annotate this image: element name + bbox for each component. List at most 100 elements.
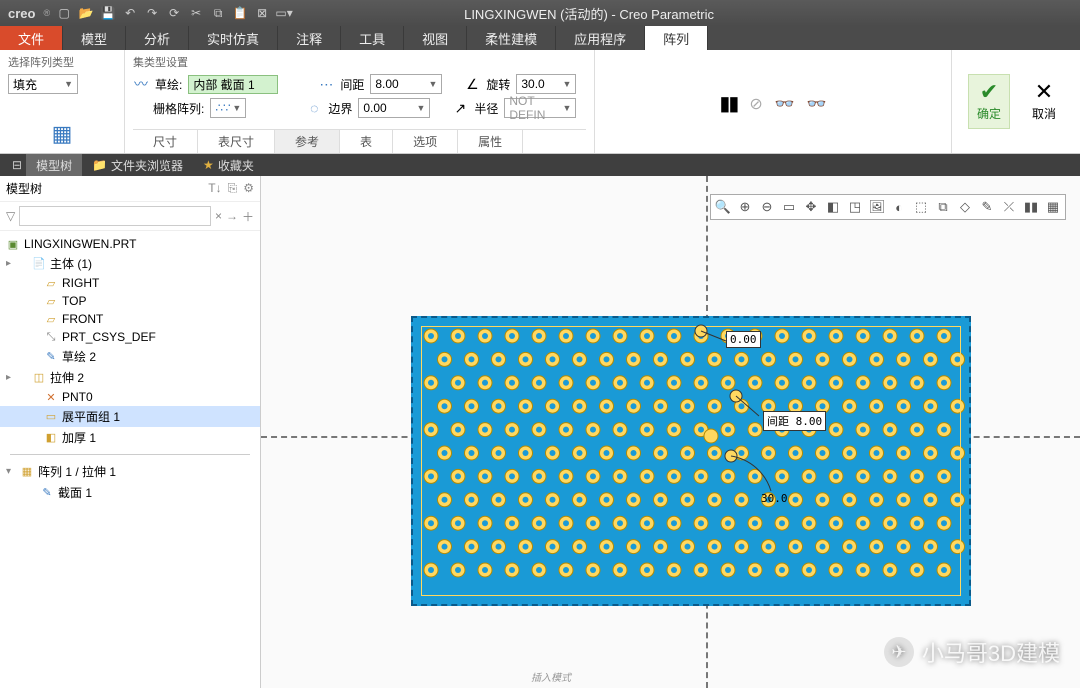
open-file-icon[interactable]: 📂 [78, 5, 94, 21]
tree-tool1-icon[interactable]: T↓ [208, 181, 221, 196]
tree-toggle-icon[interactable]: ⊟ [8, 158, 26, 172]
subtab-ref[interactable]: 参考 [275, 130, 340, 153]
axes-icon[interactable]: ⤫ [999, 197, 1019, 217]
tree-tool3-icon[interactable]: ⚙ [243, 181, 254, 196]
glasses2-icon[interactable]: 👓 [807, 94, 827, 114]
sidebar-tab-browser[interactable]: 📁文件夹浏览器 [82, 154, 193, 176]
tree-pattern[interactable]: ▾ ▦ 阵列 1 / 拉伸 1 [0, 461, 260, 482]
graphics-area[interactable]: 0.00 间距 8.00 30.0 🔍 ⊕ ⊖ ▭ ✥ ◧ ◳ 🖼 ◐ ⬚ ⧉ … [261, 176, 1080, 688]
regen-icon[interactable]: ⟳ [166, 5, 182, 21]
sketch-ref[interactable]: 内部 截面 1 [188, 75, 278, 94]
perspective-icon[interactable]: ◇ [955, 197, 975, 217]
pattern-tree-icon: ▦ [20, 465, 34, 479]
tab-annotate[interactable]: 注释 [278, 26, 341, 50]
view-toolbar: 🔍 ⊕ ⊖ ▭ ✥ ◧ ◳ 🖼 ◐ ⬚ ⧉ ◇ ✎ ⤫ ▮▮ ▦ [710, 194, 1066, 220]
subtab-props[interactable]: 属性 [458, 130, 523, 153]
cancel-button[interactable]: ✕ 取消 [1024, 75, 1064, 128]
ok-button[interactable]: ✔ 确定 [968, 74, 1010, 129]
tree-node[interactable]: ▱RIGHT [0, 274, 260, 292]
radius-label: 半径 [474, 100, 498, 117]
edges-icon[interactable]: ⧉ [933, 197, 953, 217]
subtab-table[interactable]: 表 [340, 130, 393, 153]
new-file-icon[interactable]: ▢ [56, 5, 72, 21]
clear-search-icon[interactable]: × [215, 209, 222, 223]
status-mode: 插入模式 [531, 669, 571, 684]
box-icon[interactable]: ▭ [779, 197, 799, 217]
sidebar-tab-fav[interactable]: ★收藏夹 [193, 154, 264, 176]
grid-icon[interactable]: ▦ [1043, 197, 1063, 217]
paste-icon[interactable]: 📋 [232, 5, 248, 21]
tab-analysis[interactable]: 分析 [126, 26, 189, 50]
tree-root[interactable]: ▣ LINGXINGWEN.PRT [0, 235, 260, 253]
sketch-label: 草绘: [155, 76, 182, 93]
tree-node[interactable]: ▱TOP [0, 292, 260, 310]
dim-angle-label[interactable]: 30.0 [758, 491, 791, 506]
no-icon[interactable]: ⊘ [749, 94, 762, 114]
tree-node[interactable]: ✕PNT0 [0, 388, 260, 406]
pan-icon[interactable]: ✥ [801, 197, 821, 217]
pattern-type-select[interactable]: 填充▼ [8, 74, 78, 94]
set-panel-label: 集类型设置 [133, 54, 586, 70]
tab-tools[interactable]: 工具 [341, 26, 404, 50]
tab-apps[interactable]: 应用程序 [556, 26, 645, 50]
tab-flex[interactable]: 柔性建模 [467, 26, 556, 50]
save-img-icon[interactable]: 🖼 [867, 197, 887, 217]
rotate-input[interactable]: 30.0▼ [516, 74, 576, 94]
layers-icon[interactable]: ◧ [823, 197, 843, 217]
tree-search-input[interactable] [19, 206, 211, 226]
radius-input[interactable]: NOT DEFIN▼ [504, 98, 576, 118]
tree-node[interactable]: ▸📄主体 (1) [0, 253, 260, 274]
wechat-icon: ✈ [884, 637, 914, 667]
undo-icon[interactable]: ↶ [122, 5, 138, 21]
tab-file[interactable]: 文件 [0, 26, 63, 50]
tab-view[interactable]: 视图 [404, 26, 467, 50]
tab-sim[interactable]: 实时仿真 [189, 26, 278, 50]
pause-icon[interactable]: ▮▮ [719, 91, 737, 116]
settings-icon[interactable]: ▭▾ [276, 5, 292, 21]
tab-model[interactable]: 模型 [63, 26, 126, 50]
pause2-icon[interactable]: ▮▮ [1021, 197, 1041, 217]
spacing-input[interactable]: 8.00▼ [370, 74, 442, 94]
x-icon: ✕ [1035, 81, 1053, 103]
border-input[interactable]: 0.00▼ [358, 98, 430, 118]
shade-icon[interactable]: ◐ [889, 197, 909, 217]
save-icon[interactable]: 💾 [100, 5, 116, 21]
subtab-tabledim[interactable]: 表尺寸 [198, 130, 275, 153]
filter-icon[interactable]: ▽ [6, 209, 15, 223]
tree-node[interactable]: ✎草绘 2 [0, 346, 260, 367]
add-filter-icon[interactable]: ＋ [242, 208, 254, 225]
tree-pattern-child[interactable]: ✎ 截面 1 [0, 482, 260, 503]
cut-icon[interactable]: ✂ [188, 5, 204, 21]
zoom-out-icon[interactable]: ⊖ [757, 197, 777, 217]
pattern-type-label: 选择阵列类型 [8, 54, 116, 70]
rotate-icon: ∠ [464, 76, 480, 92]
search-go-icon[interactable]: → [226, 209, 238, 223]
tree-item-icon: ✎ [44, 350, 58, 364]
tab-pattern[interactable]: 阵列 [645, 26, 708, 50]
sidebar-tab-tree[interactable]: 模型树 [26, 154, 82, 176]
glasses1-icon[interactable]: 👓 [775, 94, 795, 114]
wireframe-icon[interactable]: ⬚ [911, 197, 931, 217]
app-logo: creo [0, 6, 43, 21]
tree-tool2-icon[interactable]: ⎘ [228, 181, 238, 196]
subtab-options[interactable]: 选项 [393, 130, 458, 153]
redo-icon[interactable]: ↷ [144, 5, 160, 21]
dim-spacing-label[interactable]: 间距 8.00 [763, 411, 826, 431]
border-icon: ◌ [306, 100, 322, 116]
tree-node[interactable]: ⤡PRT_CSYS_DEF [0, 328, 260, 346]
zoom-fit-icon[interactable]: 🔍 [713, 197, 733, 217]
copy-icon[interactable]: ⧉ [210, 5, 226, 21]
annot-icon[interactable]: ✎ [977, 197, 997, 217]
tree-node[interactable]: ▭展平面组 1 [0, 406, 260, 427]
tree-node[interactable]: ◧加厚 1 [0, 427, 260, 448]
close-window-icon[interactable]: ⊠ [254, 5, 270, 21]
tree-item-icon: ▭ [44, 410, 58, 424]
zoom-in-icon[interactable]: ⊕ [735, 197, 755, 217]
view-icon[interactable]: ◳ [845, 197, 865, 217]
tree-node[interactable]: ▸◫拉伸 2 [0, 367, 260, 388]
grid-pattern-select[interactable]: ∴∵▼ [210, 98, 246, 118]
subtab-dim[interactable]: 尺寸 [133, 130, 198, 153]
ribbon-tabs: 文件 模型 分析 实时仿真 注释 工具 视图 柔性建模 应用程序 阵列 [0, 26, 1080, 50]
tree-node[interactable]: ▱FRONT [0, 310, 260, 328]
dim-top-label[interactable]: 0.00 [726, 331, 761, 348]
